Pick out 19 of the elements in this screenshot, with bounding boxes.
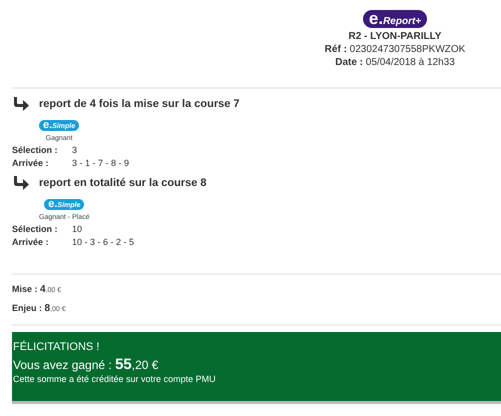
date-line: Date : 05/04/2018 à 12h33: [335, 57, 455, 68]
arrival-value: 10 - 3 - 6 - 2 - 5: [72, 237, 134, 247]
selection-value: 3: [72, 145, 78, 155]
arrival-label: Arrivée :: [12, 237, 50, 247]
selection-label: Sélection :: [12, 224, 59, 234]
report-logo: e.Report+: [362, 10, 428, 28]
reference-line: Réf : 0230247307558PKWZOK: [324, 44, 466, 55]
congratulations-title: FÉLICITATIONS !: [13, 341, 100, 353]
report-title: report en totalité sur la course 8: [39, 177, 206, 189]
arrival-value: 3 - 1 - 7 - 8 - 9: [72, 158, 130, 168]
turn-arrow-icon: [12, 176, 30, 190]
selection-label: Sélection :: [12, 145, 59, 155]
turn-arrow-icon: [12, 97, 30, 111]
race-name: R2 - LYON-PARILLY: [348, 31, 442, 42]
arrival-label: Arrivée :: [12, 158, 50, 168]
report-title: report de 4 fois la mise sur la course 7: [39, 98, 240, 110]
winnings-line: Vous avez gagné : 55,20 €: [13, 356, 160, 373]
credit-note: Cette somme a été créditée sur votre compte PMU: [13, 374, 217, 384]
selection-value: 10: [72, 224, 82, 234]
